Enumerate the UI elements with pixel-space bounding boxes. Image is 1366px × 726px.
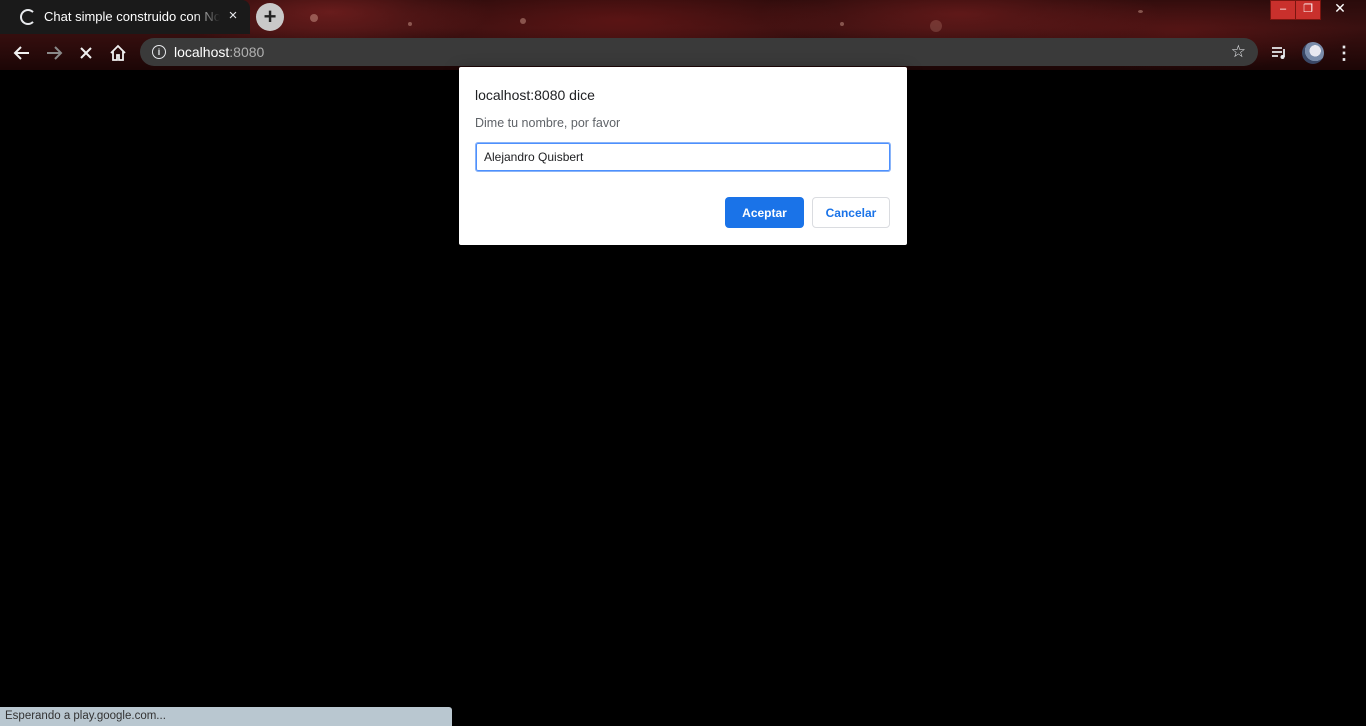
profile-avatar[interactable]	[1302, 42, 1324, 64]
loading-spinner-icon	[20, 9, 36, 25]
background-speck	[840, 22, 844, 26]
dialog-message: Dime tu nombre, por favor	[475, 116, 621, 130]
home-icon	[110, 44, 126, 61]
prompt-dialog: localhost:8080 dice Dime tu nombre, por …	[459, 67, 907, 245]
window-close-button[interactable]: ✕	[1320, 0, 1360, 18]
cancel-button[interactable]: Cancelar	[812, 197, 890, 228]
stop-x-icon	[80, 47, 92, 59]
background-speck	[930, 20, 942, 32]
background-speck	[520, 18, 526, 24]
status-bubble: Esperando a play.google.com...	[0, 707, 452, 726]
background-speck	[310, 14, 318, 22]
playlist-icon	[1272, 47, 1285, 59]
arrow-right-icon	[47, 46, 63, 60]
back-button[interactable]	[10, 41, 34, 65]
address-bar[interactable]: i localhost:8080 ☆	[140, 38, 1258, 66]
home-button[interactable]	[106, 41, 130, 65]
new-tab-button[interactable]: +	[256, 3, 284, 31]
forward-button[interactable]	[42, 41, 66, 65]
url-host: localhost	[174, 44, 230, 60]
name-input[interactable]	[475, 142, 891, 172]
dialog-title: localhost:8080 dice	[475, 87, 595, 103]
browser-chrome: Chat simple construido con Node × + – ❐ …	[0, 0, 1366, 70]
url-port: :8080	[229, 44, 265, 60]
stop-button[interactable]	[74, 41, 98, 65]
restore-button[interactable]: ❐	[1295, 0, 1321, 20]
accept-button[interactable]: Aceptar	[725, 197, 804, 228]
info-icon[interactable]: i	[152, 45, 166, 59]
tab-title: Chat simple construido con Node	[44, 9, 220, 24]
menu-button[interactable]: ⋮	[1332, 41, 1356, 65]
arrow-left-icon	[13, 46, 29, 60]
background-speck	[1138, 10, 1143, 13]
minimize-button[interactable]: –	[1270, 0, 1296, 20]
browser-tab[interactable]: Chat simple construido con Node ×	[0, 0, 250, 34]
close-tab-icon[interactable]: ×	[224, 7, 242, 25]
url-text[interactable]: localhost:8080	[174, 44, 264, 60]
bookmark-star-icon[interactable]: ☆	[1231, 42, 1246, 62]
media-queue-button[interactable]	[1267, 41, 1291, 65]
background-speck	[408, 22, 412, 26]
